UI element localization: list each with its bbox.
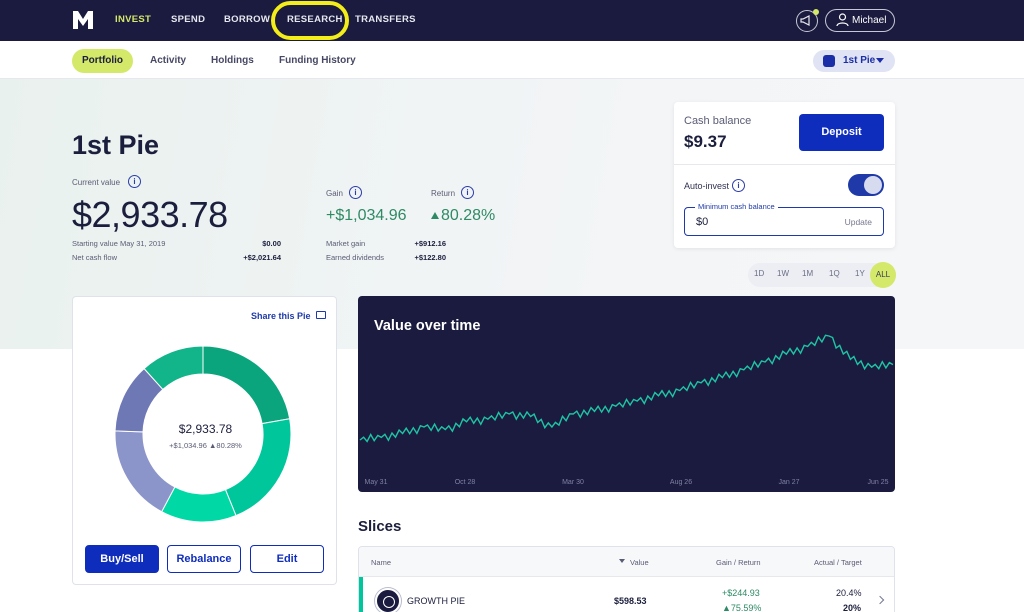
share-pie-link[interactable]: Share this Pie [251,311,311,321]
return-percent: 80.28% [441,207,496,224]
user-menu-button[interactable]: Michael [825,9,895,32]
nav-borrow[interactable]: BORROW [224,14,270,25]
notification-dot [813,9,819,15]
pie-segment[interactable] [202,345,291,425]
slices-title: Slices [358,518,402,535]
user-icon [836,13,849,27]
current-value: $2,933.78 [72,194,228,235]
col-value[interactable]: Value [630,558,649,567]
tab-activity[interactable]: Activity [150,55,186,66]
deposit-button[interactable]: Deposit [799,114,884,151]
toggle-knob [864,176,882,194]
x-tick-label: May 31 [365,479,388,486]
page-title: 1st Pie [72,130,160,160]
slice-return: ▲75.59% [722,603,762,612]
cash-card: Cash balance $9.37 Deposit Auto-invest i… [674,102,895,248]
gain-label: Gain [326,189,343,198]
col-gain-return[interactable]: Gain / Return [716,558,761,567]
col-actual-target[interactable]: Actual / Target [814,558,862,567]
x-tick-label: Jun 25 [867,479,888,486]
row-accent [359,577,363,612]
info-icon[interactable]: i [128,175,141,188]
update-button[interactable]: Update [845,217,872,227]
series-line [359,334,894,443]
tab-funding-history[interactable]: Funding History [279,55,356,66]
info-icon[interactable]: i [461,186,474,199]
chart-title: Value over time [374,318,481,334]
starting-value: $0.00 [262,239,281,248]
gain-value: +$1,034.96 [326,207,407,224]
slice-actual: 20.4% [836,588,862,598]
range-1d[interactable]: 1D [754,269,764,278]
donut-center-gain: +$1,034.96 ▲80.28% [169,441,242,450]
value-over-time-chart[interactable]: May 31 Oct 28 Mar 30 Aug 26 Jan 27 Jun 25 Val… [358,296,895,492]
nav-invest[interactable]: INVEST [115,14,151,25]
col-name[interactable]: Name [371,558,391,567]
x-tick-label: Aug 26 [670,479,692,486]
slice-target: 20% [843,603,862,612]
net-cash-flow-label: Net cash flow [72,253,118,262]
nav-spend[interactable]: SPEND [171,14,205,25]
tab-portfolio[interactable]: Portfolio [72,49,133,73]
starting-value-label: Starting value May 31, 2019 [72,239,166,248]
range-all[interactable]: ALL [870,262,896,288]
research-highlight-ring [271,1,349,40]
info-icon[interactable]: i [349,186,362,199]
growth-pie-icon [375,588,401,612]
return-value: 80.28% [431,207,495,225]
user-name: Michael [852,15,887,26]
cash-balance-value: $9.37 [684,132,727,151]
x-tick-label: Mar 30 [562,479,584,486]
current-value-label: Current value [72,178,121,187]
x-tick-label: Jan 27 [778,479,799,486]
buy-sell-button[interactable]: Buy/Sell [85,545,159,573]
auto-invest-toggle[interactable] [848,174,884,196]
pie-selector[interactable]: 1st Pie [813,50,895,72]
net-cash-flow: +$2,021.64 [243,253,281,262]
m1-logo-icon[interactable] [72,10,94,30]
minimum-cash-balance-label: Minimum cash balance [695,202,778,211]
market-gain-label: Market gain [326,239,366,248]
earned-dividends-label: Earned dividends [326,253,384,262]
rebalance-button[interactable]: Rebalance [167,545,241,573]
pie-selector-label: 1st Pie [843,55,876,66]
minimum-cash-balance-input[interactable]: Minimum cash balance $0 Update [684,202,884,236]
minimum-cash-balance-value[interactable]: $0 [696,216,708,228]
range-1q[interactable]: 1Q [829,269,840,278]
divider [674,164,895,165]
slice-value: $598.53 [614,596,647,606]
share-icon[interactable] [316,311,326,319]
x-tick-label: Oct 28 [455,479,476,486]
top-nav: INVEST SPEND BORROW RESEARCH TRANSFERS M… [0,0,1024,41]
earned-dividends: +$122.80 [414,253,447,262]
edit-button[interactable]: Edit [250,545,324,573]
up-arrow-icon [431,212,439,219]
market-gain: +$912.16 [414,239,447,248]
slice-gain: +$244.93 [722,588,760,598]
return-label: Return [431,189,456,198]
range-1w[interactable]: 1W [777,269,789,278]
cash-balance-label: Cash balance [684,115,752,127]
slices-table: Name Value Gain / Return Actual / Target… [358,546,895,612]
pie-card: Share this Pie $2,933.78 +$1,034.96 ▲80.… [72,296,337,585]
chevron-right-icon[interactable] [875,595,885,605]
nav-transfers[interactable]: TRANSFERS [355,14,416,25]
tab-holdings[interactable]: Holdings [211,55,254,66]
donut-center-value: $2,933.78 [178,422,233,436]
slice-name[interactable]: GROWTH PIE [407,596,465,606]
table-header: Name Value Gain / Return Actual / Target [359,547,894,577]
info-icon[interactable]: i [732,179,745,192]
pie-segment[interactable] [161,486,237,523]
sort-icon[interactable] [619,559,625,563]
range-1m[interactable]: 1M [802,269,813,278]
auto-invest-label: Auto-invest [684,181,730,191]
pie-clock-icon [823,55,835,67]
range-1y[interactable]: 1Y [855,269,865,278]
chevron-down-icon [876,58,884,63]
